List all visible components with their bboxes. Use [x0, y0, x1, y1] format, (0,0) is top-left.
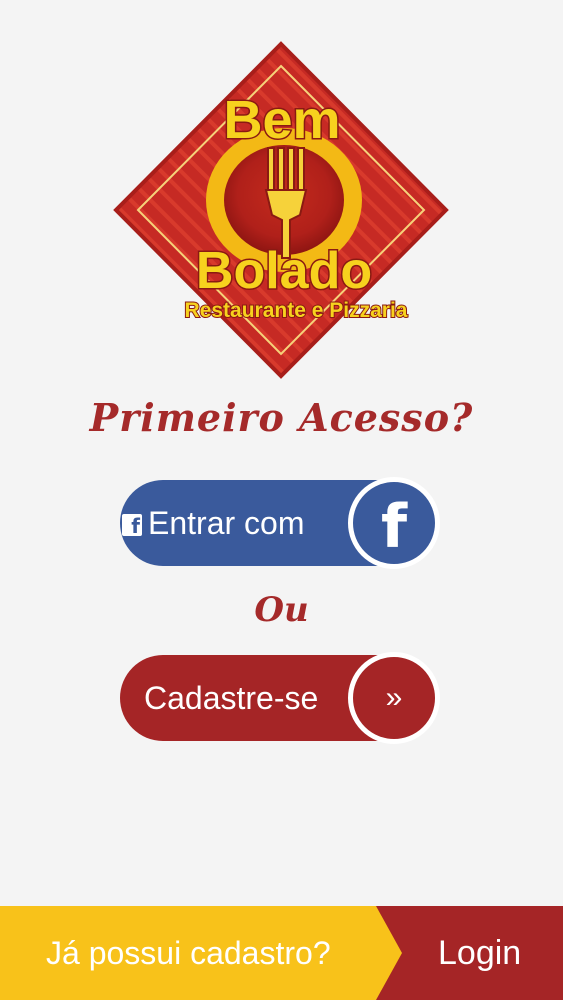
facebook-icon: f — [122, 514, 142, 538]
first-access-heading: Primeiro Acesso? — [89, 395, 474, 440]
facebook-login-label: Entrar com — [148, 505, 305, 541]
register-label: Cadastre-se — [144, 680, 319, 716]
brand-logo: Bem Bolado Restaurante e Pizzaria — [112, 40, 450, 380]
register-button[interactable]: Cadastre-se » — [120, 652, 440, 744]
double-chevron-right-icon: » — [385, 681, 403, 714]
facebook-login-button[interactable]: f Entrar com f — [120, 477, 440, 569]
logo-line2: Bolado — [196, 242, 372, 300]
arrow-divider — [376, 906, 402, 1000]
facebook-circle[interactable]: f — [348, 477, 440, 569]
bottom-bar: Já possui cadastro? Login — [0, 906, 563, 1000]
facebook-icon: f — [380, 492, 408, 562]
register-circle[interactable]: » — [348, 652, 440, 744]
login-label[interactable]: Login — [438, 906, 521, 1000]
or-separator: Ou — [254, 590, 309, 630]
already-registered-text: Já possui cadastro? — [46, 935, 331, 971]
logo-tagline: Restaurante e Pizzaria — [185, 299, 408, 322]
logo-line1: Bem — [223, 90, 340, 150]
